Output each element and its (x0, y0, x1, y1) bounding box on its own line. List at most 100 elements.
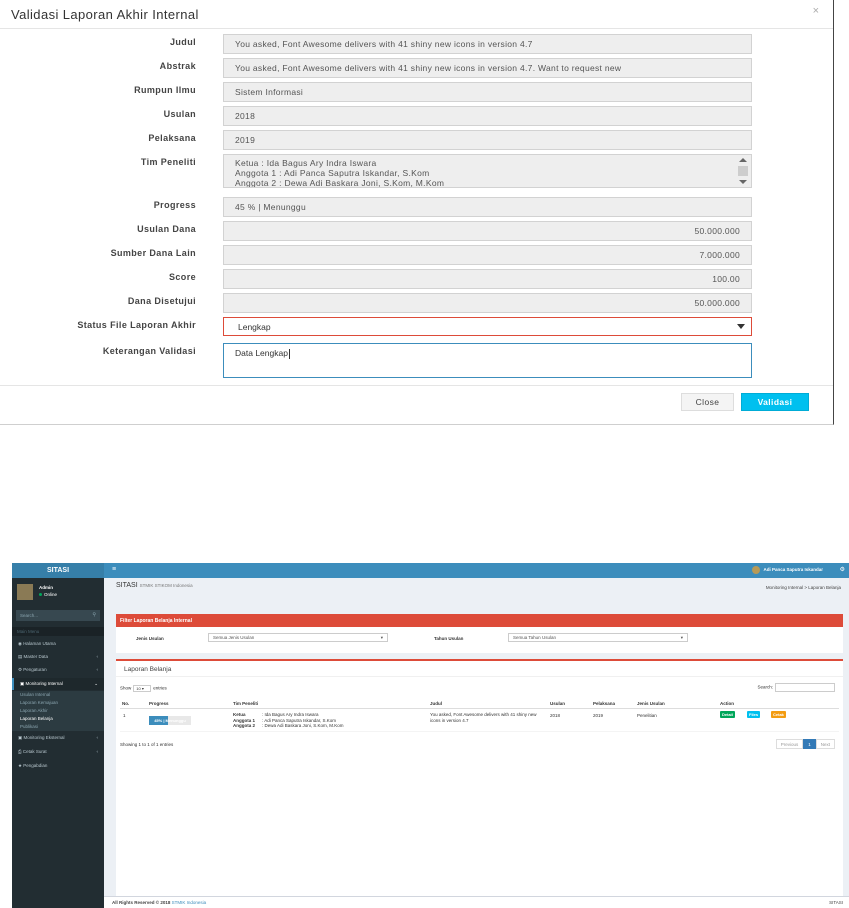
entries-select[interactable]: 10 ▾ (133, 685, 152, 692)
sidebar-subitem-publikasi[interactable]: Publikasi (12, 723, 104, 731)
cell-jenis: Penelitian (637, 713, 657, 718)
status-file-row: Status File Laporan Akhir Lengkap (0, 317, 834, 337)
chevron-left-icon: ‹ (96, 735, 99, 740)
col-header-pelaksana[interactable]: Pelaksana (593, 701, 615, 706)
pager-next[interactable]: Next (815, 739, 835, 749)
col-header-jenis[interactable]: Jenis Usulan (637, 701, 665, 706)
jenis-usulan-select[interactable]: Semua Jenis Usulan ▾ (208, 633, 388, 642)
tim-textarea[interactable]: Ketua : Ida Bagus Ary Indra Iswara Anggo… (223, 154, 752, 188)
col-header-usulan[interactable]: Usulan (550, 701, 565, 706)
app-logo[interactable]: SITASI (12, 563, 104, 578)
sidebar-item-monitoring-internal[interactable]: ▣ Monitoring Internal ⌄ (12, 678, 104, 690)
avatar (17, 584, 33, 600)
col-header-progress[interactable]: Progress (149, 701, 169, 706)
scroll-down-icon[interactable] (739, 180, 747, 184)
dana-disetujui-label: Dana Disetujui (127, 296, 196, 306)
sidebar-subitem-usulan-internal[interactable]: Usulan Internal (12, 691, 104, 699)
breadcrumb[interactable]: Monitoring Internal > Laporan Belanja (766, 585, 841, 590)
modal-footer-divider (0, 385, 833, 386)
close-icon[interactable]: × (813, 5, 819, 17)
pelaksana-row: Pelaksana 2019 (0, 130, 834, 150)
page-footer: All Rights Reserved © 2018 STMIK Indones… (104, 896, 849, 908)
tim-line-ketua: Ketua : Ida Bagus Ary Indra Iswara (235, 158, 377, 168)
scroll-thumb[interactable] (738, 166, 748, 176)
files-button[interactable]: Files (747, 711, 761, 718)
table-header-divider (120, 708, 839, 709)
judul-line: icons in version 4.7 (430, 717, 469, 723)
tahun-usulan-select[interactable]: Semua Tahun Usulan ▾ (508, 633, 688, 642)
jenis-usulan-label: Jenis Usulan (136, 636, 164, 641)
pager-page-1[interactable]: 1 (803, 739, 816, 749)
close-button[interactable]: Close (681, 393, 734, 411)
sidebar-subitem-laporan-kemajuan[interactable]: Laporan Kemajuan (12, 699, 104, 707)
judul-line: You asked, Font Awesome delivers with 41… (430, 712, 537, 717)
tahun-usulan-label: Tahun Usulan (434, 636, 464, 641)
laporan-belanja-box: Laporan Belanja Show 10 ▾ entries Search: … (116, 659, 843, 899)
cetak-button[interactable]: Cetak (771, 711, 786, 718)
sidebar-search-input[interactable]: Search... ⚲ (16, 610, 100, 621)
table-bottom-divider (120, 731, 839, 732)
filter-title: Filter Laporan Belanja Internal (116, 616, 843, 627)
abstrak-row: Abstrak You asked, Font Awesome delivers… (0, 58, 834, 78)
sidebar-subitem-laporan-belanja[interactable]: Laporan Belanja (12, 715, 104, 723)
page-title: SITASI STMIK STIKOM Indonesia (116, 582, 193, 589)
pelaksana-field: 2019 (223, 130, 752, 150)
col-header-no[interactable]: No. (122, 701, 129, 706)
box-divider (116, 676, 843, 677)
caret-down-icon: ▾ (380, 635, 383, 640)
sidebar-item-label: Monitoring Eksternal (23, 735, 65, 740)
entries-value: 10 (136, 686, 141, 691)
sidebar-item-cetak-surat[interactable]: ⎙ Cetak Surat ‹ (12, 746, 104, 758)
usulan-dana-label: Usulan Dana (137, 224, 196, 234)
search-icon[interactable]: ⚲ (92, 612, 96, 618)
cell-tim-roles: Ketua Anggota 1 Anggota 2 (233, 712, 255, 729)
chevron-down-icon: ⌄ (94, 681, 98, 686)
table-search: Search: (757, 683, 835, 692)
sidebar-item-master-data[interactable]: ▤ Master Data ‹ (12, 651, 104, 663)
sidebar-item-monitoring-eksternal[interactable]: ▣ Monitoring Eksternal ‹ (12, 732, 104, 744)
dana-disetujui-field: 50.000.000 (223, 293, 752, 313)
sumber-dana-field: 7.000.000 (223, 245, 752, 265)
validasi-button[interactable]: Validasi (741, 393, 809, 411)
gears-icon[interactable]: ⚙ (840, 566, 845, 573)
footer-copyright: All Rights Reserved © 2018 (112, 900, 171, 905)
page-title-text: SITASI (116, 582, 138, 589)
scroll-up-icon[interactable] (739, 158, 747, 162)
sidebar-subitem-laporan-akhir[interactable]: Laporan Akhir (12, 707, 104, 715)
keterangan-textarea[interactable]: Data Lengkap (223, 343, 752, 378)
menu-toggle-icon[interactable]: ≡ (112, 566, 116, 573)
sidebar-item-halaman-utama[interactable]: ◉ Halaman Utama (12, 638, 104, 650)
sidebar-item-pengabdian[interactable]: ★ Pengabdian (12, 760, 104, 772)
sidebar-item-pengaturan[interactable]: ⚙ Pengaturan ‹ (12, 664, 104, 676)
sidebar-user-name: Admin (39, 585, 53, 590)
pager-previous[interactable]: Previous (775, 739, 804, 749)
validation-modal: Validasi Laporan Akhir Internal × Judul … (0, 0, 834, 425)
footer-right: SITASI (829, 900, 843, 905)
detail-button[interactable]: Detail (720, 711, 735, 718)
tim-line-anggota-1: Anggota 1 : Adi Panca Saputra Iskandar, … (235, 168, 430, 178)
footer-link[interactable]: STMIK Indonesia (172, 900, 207, 905)
sidebar-item-label: Cetak Surat (22, 749, 47, 754)
usulan-dana-row: Usulan Dana 50.000.000 (0, 221, 834, 241)
progress-label: Progress (153, 200, 196, 210)
tim-name: : Dewa Adi Baskara Joni, S.Kom, M.Kom (262, 723, 344, 728)
tim-scrollbar[interactable] (735, 155, 751, 187)
top-navbar: SITASI ≡ Adi Panca Saputra Iskandar ⚙ (12, 563, 849, 578)
table-search-input[interactable] (775, 683, 835, 692)
col-header-judul[interactable]: Judul (430, 701, 442, 706)
chevron-left-icon: ‹ (96, 654, 99, 659)
topbar-user[interactable]: Adi Panca Saputra Iskandar (752, 566, 823, 574)
col-header-tim[interactable]: Tim Peneliti (233, 701, 258, 706)
status-file-select[interactable]: Lengkap (223, 317, 752, 336)
abstrak-label: Abstrak (159, 61, 196, 71)
rumpun-label: Rumpun Ilmu (134, 85, 196, 95)
cell-usulan: 2018 (550, 713, 561, 718)
avatar (752, 566, 761, 574)
jenis-usulan-value: Semua Jenis Usulan (213, 635, 255, 640)
sidebar: Admin Online Search... ⚲ Main Menu ◉ Hala… (12, 578, 104, 908)
text-cursor (288, 348, 290, 359)
modal-title: Validasi Laporan Akhir Internal (11, 7, 199, 22)
tim-line-anggota-2: Anggota 2 : Dewa Adi Baskara Joni, S.Kom… (235, 178, 445, 188)
sidebar-item-label: Pengabdian (23, 763, 48, 768)
tahun-usulan-value: Semua Tahun Usulan (513, 635, 556, 640)
